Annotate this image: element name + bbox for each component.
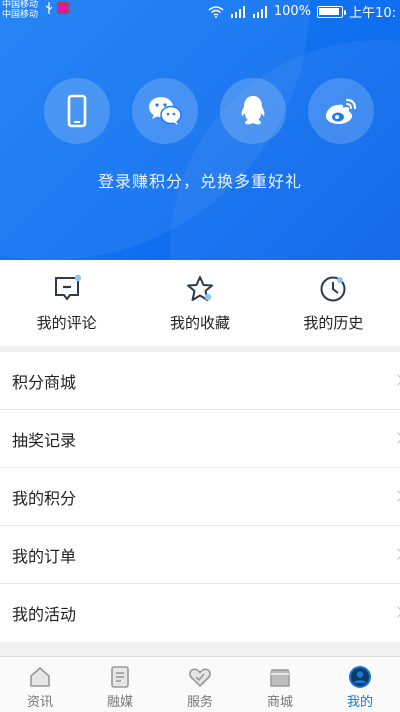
- phone-login-button[interactable]: [44, 78, 110, 144]
- carrier-2: 中国移动: [2, 10, 39, 20]
- tab-label: 资讯: [26, 695, 53, 710]
- comment-icon: [54, 274, 81, 301]
- chevron-right-icon: [392, 548, 400, 560]
- tab-label: 融媒: [106, 695, 133, 710]
- tab-label: 我的: [346, 695, 373, 710]
- my-comments-label: 我的评论: [36, 313, 97, 332]
- signal-icon: [230, 5, 245, 18]
- shop-icon: [270, 669, 290, 687]
- tab-media[interactable]: 融媒: [80, 657, 160, 712]
- menu-list: 积分商城 抽奖记录 我的积分 我的订单 我的活动: [0, 352, 400, 642]
- status-icons-right: 100% 上午10:: [208, 2, 396, 21]
- chevron-right-icon: [392, 606, 400, 618]
- login-header: 中国移动 中国移动 100% 上午10: 登录赚积分，兑换多重好礼: [0, 0, 400, 260]
- tab-mine[interactable]: 我的: [320, 657, 400, 712]
- star-icon: [186, 275, 213, 301]
- menu-item-label: 我的订单: [12, 546, 77, 566]
- menu-item-label: 抽奖记录: [12, 430, 77, 450]
- quick-actions: 我的评论 我的收藏 我的历史: [0, 260, 400, 346]
- menu-item-my-orders[interactable]: 我的订单: [0, 526, 400, 584]
- menu-item-lottery-records[interactable]: 抽奖记录: [0, 410, 400, 468]
- wechat-icon: [149, 97, 182, 125]
- menu-item-my-points[interactable]: 我的积分: [0, 468, 400, 526]
- my-comments-button[interactable]: 我的评论: [0, 260, 133, 346]
- menu-item-label: 积分商城: [12, 372, 77, 392]
- status-icons-left: [45, 2, 69, 14]
- phone-icon: [67, 94, 87, 128]
- profile-screen: 中国移动 中国移动 100% 上午10: 登录赚积分，兑换多重好礼 我的评论 我…: [0, 0, 400, 712]
- clock-icon: [320, 276, 346, 301]
- login-tip-text[interactable]: 登录赚积分，兑换多重好礼: [0, 168, 400, 192]
- tab-news[interactable]: 资讯: [0, 657, 80, 712]
- menu-item-my-activities[interactable]: 我的活动: [0, 584, 400, 642]
- wifi-icon: [208, 5, 224, 18]
- clock: 上午10:: [349, 6, 396, 21]
- status-bar: 中国移动 中国移动 100% 上午10:: [0, 0, 400, 22]
- signal-icon-2: [252, 5, 267, 18]
- weibo-login-button[interactable]: [308, 78, 374, 144]
- carrier-1: 中国移动: [2, 0, 39, 10]
- usb-icon: [45, 2, 53, 14]
- menu-item-label: 我的积分: [12, 488, 77, 508]
- my-favorites-button[interactable]: 我的收藏: [133, 260, 266, 346]
- my-history-button[interactable]: 我的历史: [267, 260, 400, 346]
- heart-icon: [189, 668, 211, 688]
- home-icon: [30, 667, 50, 687]
- chevron-right-icon: [392, 432, 400, 444]
- social-login-row: [44, 78, 374, 144]
- carrier-text: 中国移动 中国移动: [2, 0, 38, 20]
- qq-login-button[interactable]: [220, 78, 286, 144]
- wechat-login-button[interactable]: [132, 78, 198, 144]
- bottom-tab-bar: 资讯 融媒 服务 商城 我的: [0, 656, 400, 712]
- battery-percent: 100%: [273, 4, 312, 19]
- user-icon: [349, 666, 371, 688]
- menu-item-points-mall[interactable]: 积分商城: [0, 352, 400, 410]
- chevron-right-icon: [392, 490, 400, 502]
- document-icon: [111, 666, 129, 688]
- my-favorites-label: 我的收藏: [169, 313, 230, 332]
- qq-icon: [241, 96, 265, 125]
- tab-services[interactable]: 服务: [160, 657, 240, 712]
- menu-item-label: 我的活动: [12, 605, 77, 624]
- weibo-icon: [326, 98, 357, 124]
- my-history-label: 我的历史: [303, 313, 364, 332]
- battery-icon: [317, 5, 347, 18]
- tab-label: 服务: [186, 695, 213, 710]
- chevron-right-icon: [392, 374, 400, 386]
- tab-shop[interactable]: 商城: [240, 657, 320, 712]
- tab-label: 商城: [266, 695, 293, 710]
- app-notification-icon: [57, 2, 69, 14]
